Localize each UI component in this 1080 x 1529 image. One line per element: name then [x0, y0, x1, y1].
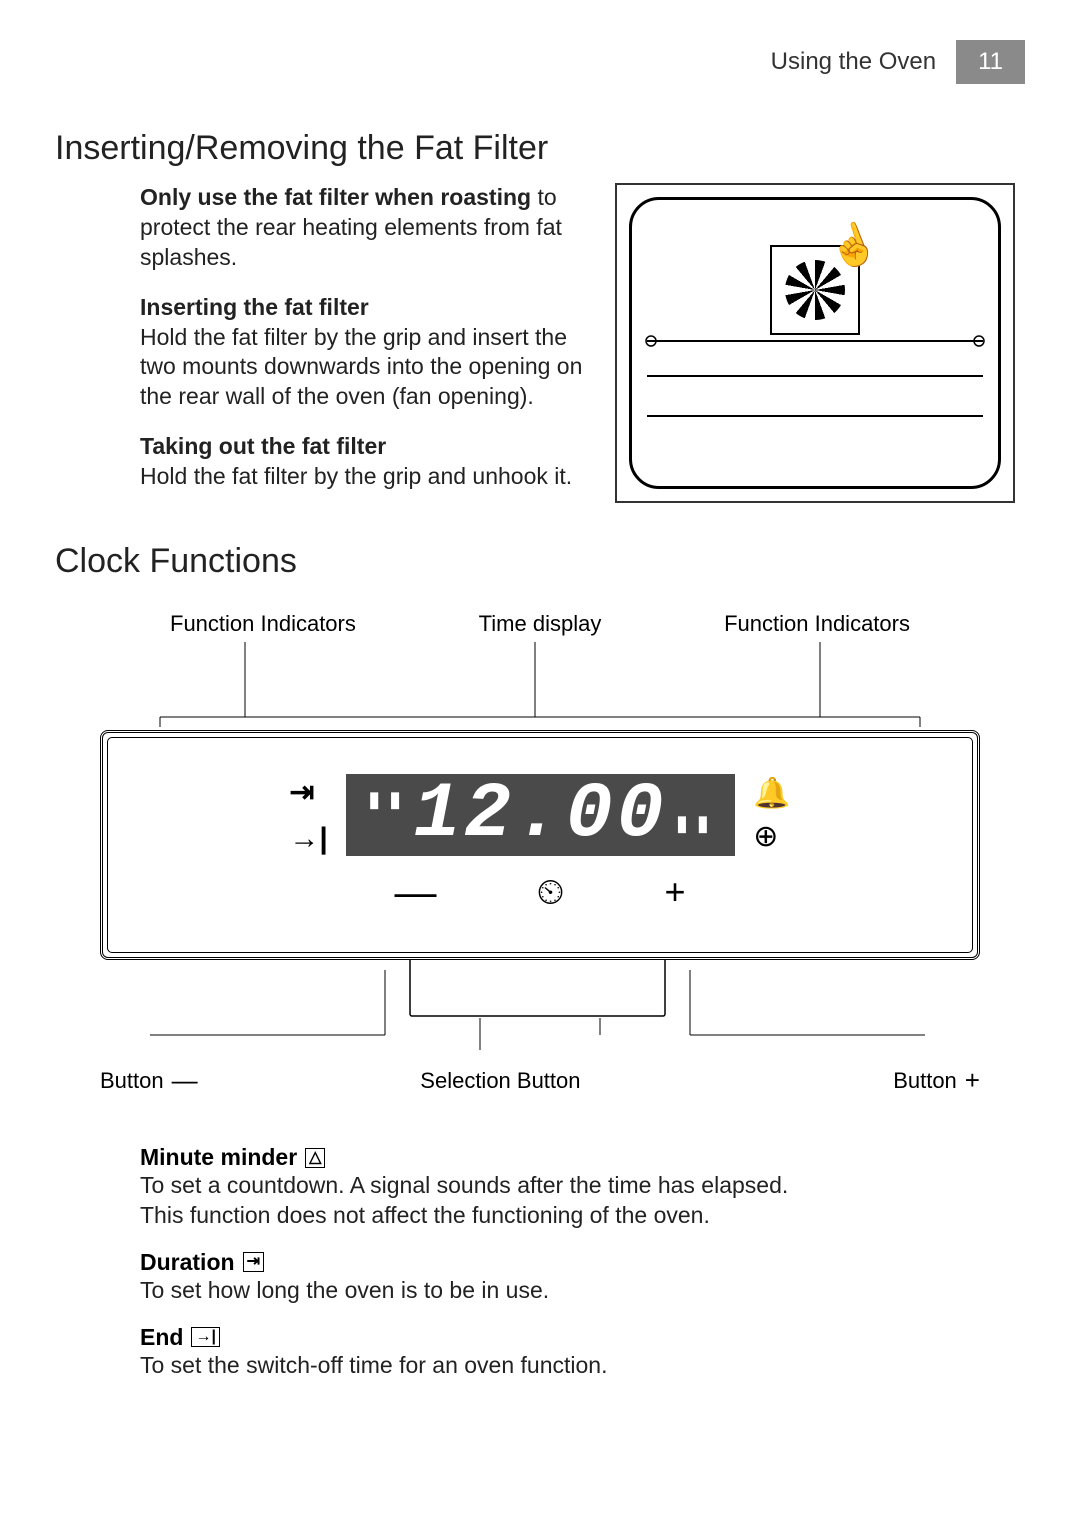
- end-arrow-icon: →|: [289, 822, 327, 856]
- start-end-arrow-icon: ⇥: [289, 775, 327, 810]
- oven-interior: ☝: [629, 197, 1001, 489]
- duration-box-icon: ⇥: [243, 1252, 264, 1272]
- function-descriptions: Minute minder △ To set a countdown. A si…: [55, 1126, 1025, 1381]
- minute-minder-title: Minute minder △: [140, 1144, 325, 1171]
- button-row: — ⏲ +: [394, 868, 685, 916]
- minute-minder-desc1: To set a countdown. A signal sounds afte…: [140, 1171, 1025, 1201]
- selection-button-icon: ⏲: [536, 871, 564, 914]
- oven-shelf-line: [647, 375, 983, 377]
- bell-icon: 🔔: [753, 776, 790, 811]
- mount-icon-left: [644, 332, 658, 350]
- button-minus-label: Button —: [100, 1065, 198, 1096]
- oven-diagram: ☝: [615, 183, 1015, 503]
- end-title: End →|: [140, 1324, 220, 1351]
- right-function-icons: 🔔 ⊕: [747, 776, 790, 854]
- fat-filter-block: Only use the fat filter when roasting to…: [55, 183, 1025, 512]
- minute-minder-title-text: Minute minder: [140, 1144, 297, 1171]
- clock-diagram: Function Indicators Time display Functio…: [100, 611, 980, 1096]
- mount-icon-right: [972, 332, 986, 350]
- end-box-icon: →|: [191, 1327, 219, 1347]
- oven-shelf-line: [647, 415, 983, 417]
- lcd-left-bars-icon: ▮▮: [366, 776, 408, 816]
- minus-symbol: —: [172, 1065, 198, 1096]
- duration-title: Duration ⇥: [140, 1249, 264, 1276]
- insert-section: Inserting the fat filter Hold the fat fi…: [140, 293, 595, 413]
- plus-button-icon: +: [665, 871, 686, 913]
- page-header: Using the Oven 11: [55, 40, 1025, 84]
- fat-filter-heading: Inserting/Removing the Fat Filter: [55, 129, 1025, 168]
- label-time-display: Time display: [479, 611, 602, 637]
- fan-opening: ☝: [770, 245, 860, 335]
- remove-title: Taking out the fat filter: [140, 433, 386, 459]
- selection-button-label: Selection Button: [420, 1068, 580, 1094]
- bottom-label-row: Button — Selection Button Button +: [100, 1065, 980, 1096]
- bottom-connectors: [100, 960, 980, 1060]
- insert-text: Hold the fat filter by the grip and inse…: [140, 324, 582, 410]
- duration-desc: To set how long the oven is to be in use…: [140, 1276, 1025, 1306]
- clock-heading: Clock Functions: [55, 542, 1025, 581]
- oven-diagram-column: ☝: [615, 183, 1025, 512]
- lcd-screen: ▮▮ 12.00 ▮▮: [346, 774, 735, 856]
- fat-filter-text-column: Only use the fat filter when roasting to…: [55, 183, 595, 512]
- left-function-icons: ⇥ →|: [289, 775, 333, 856]
- top-connectors: [100, 637, 980, 727]
- lcd-time: 12.00: [408, 776, 674, 854]
- lcd-row: ⇥ →| ▮▮ 12.00 ▮▮ 🔔 ⊕: [289, 774, 790, 856]
- label-function-indicators-right: Function Indicators: [724, 611, 910, 637]
- fat-filter-intro: Only use the fat filter when roasting to…: [140, 183, 595, 273]
- button-plus-text: Button: [893, 1068, 957, 1094]
- fat-filter-intro-bold: Only use the fat filter when roasting: [140, 184, 531, 210]
- minute-minder-desc2: This function does not affect the functi…: [140, 1201, 1025, 1231]
- header-section-title: Using the Oven: [771, 48, 936, 76]
- remove-text: Hold the fat filter by the grip and unho…: [140, 463, 572, 489]
- insert-title: Inserting the fat filter: [140, 294, 369, 320]
- display-panel-inner: ⇥ →| ▮▮ 12.00 ▮▮ 🔔 ⊕ — ⏲ +: [107, 737, 973, 953]
- display-panel: ⇥ →| ▮▮ 12.00 ▮▮ 🔔 ⊕ — ⏲ +: [100, 730, 980, 960]
- page-number: 11: [956, 40, 1025, 84]
- button-minus-text: Button: [100, 1068, 164, 1094]
- button-plus-label: Button +: [893, 1065, 980, 1096]
- oven-shelf-line: [647, 340, 983, 342]
- lcd-right-bars-icon: ▮▮: [674, 812, 716, 854]
- bell-box-icon: △: [305, 1148, 325, 1168]
- clock-icon: ⊕: [753, 819, 790, 854]
- plus-symbol: +: [965, 1065, 980, 1096]
- end-desc: To set the switch-off time for an oven f…: [140, 1351, 1025, 1381]
- minus-button-icon: —: [394, 868, 436, 916]
- end-title-text: End: [140, 1324, 183, 1351]
- duration-title-text: Duration: [140, 1249, 235, 1276]
- label-function-indicators-left: Function Indicators: [170, 611, 356, 637]
- top-label-row: Function Indicators Time display Functio…: [100, 611, 980, 637]
- remove-section: Taking out the fat filter Hold the fat f…: [140, 432, 595, 492]
